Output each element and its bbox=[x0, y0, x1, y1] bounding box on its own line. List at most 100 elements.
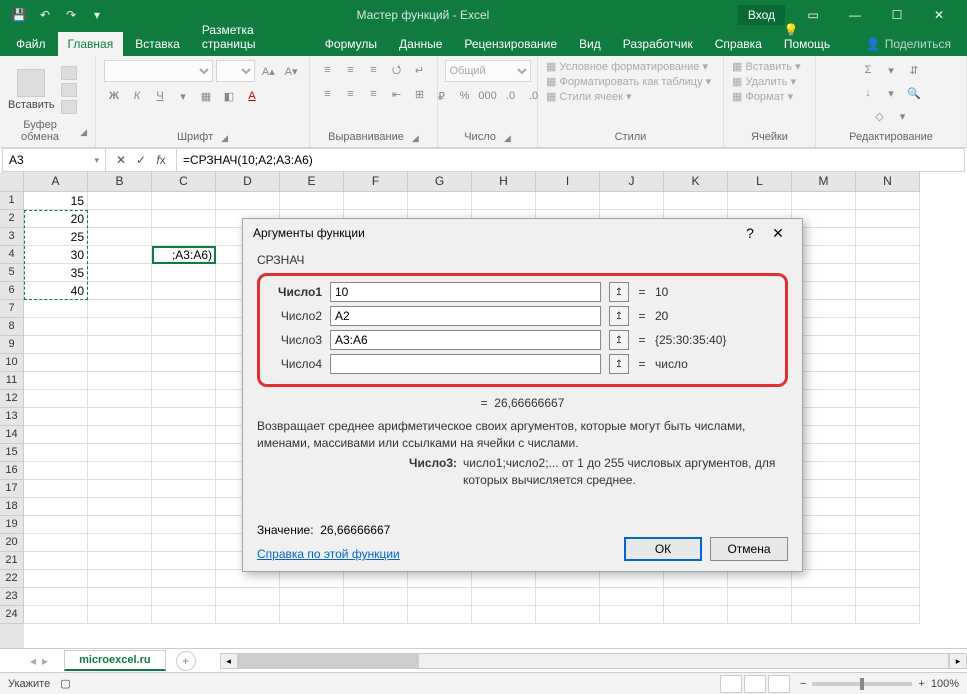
cell-C11[interactable] bbox=[152, 372, 216, 390]
cell-B10[interactable] bbox=[88, 354, 152, 372]
qat-dropdown-icon[interactable]: ▾ bbox=[86, 4, 108, 26]
arg-input-3[interactable] bbox=[330, 354, 601, 374]
col-header-C[interactable]: C bbox=[152, 172, 216, 192]
cell-F1[interactable] bbox=[344, 192, 408, 210]
cell-C3[interactable] bbox=[152, 228, 216, 246]
cell-L24[interactable] bbox=[728, 606, 792, 624]
row-header-21[interactable]: 21 bbox=[0, 552, 24, 570]
cell-C9[interactable] bbox=[152, 336, 216, 354]
dialog-close-icon[interactable]: ✕ bbox=[764, 225, 792, 242]
cell-N14[interactable] bbox=[856, 426, 920, 444]
cell-B4[interactable] bbox=[88, 246, 152, 264]
cell-B1[interactable] bbox=[88, 192, 152, 210]
cell-D22[interactable] bbox=[216, 570, 280, 588]
collapse-dialog-icon-3[interactable]: ↥ bbox=[609, 354, 629, 374]
cell-C6[interactable] bbox=[152, 282, 216, 300]
cell-B18[interactable] bbox=[88, 498, 152, 516]
font-launcher-icon[interactable]: ◢ bbox=[221, 133, 228, 144]
share-button[interactable]: 👤 Поделиться bbox=[856, 32, 961, 56]
col-header-K[interactable]: K bbox=[664, 172, 728, 192]
tab-tellme[interactable]: 💡 Помощь bbox=[774, 18, 854, 56]
cell-D1[interactable] bbox=[216, 192, 280, 210]
cell-G23[interactable] bbox=[408, 588, 472, 606]
tab-insert[interactable]: Вставка bbox=[125, 32, 190, 56]
clipboard-launcher-icon[interactable]: ◢ bbox=[80, 127, 87, 138]
cell-N11[interactable] bbox=[856, 372, 920, 390]
cell-H23[interactable] bbox=[472, 588, 536, 606]
cell-E1[interactable] bbox=[280, 192, 344, 210]
bold-button[interactable]: Ж bbox=[104, 86, 124, 106]
cell-J22[interactable] bbox=[600, 570, 664, 588]
cell-G22[interactable] bbox=[408, 570, 472, 588]
redo-icon[interactable]: ↷ bbox=[60, 4, 82, 26]
cell-C8[interactable] bbox=[152, 318, 216, 336]
conditional-formatting-button[interactable]: ▦ Условное форматирование ▾ bbox=[546, 60, 708, 73]
cell-N17[interactable] bbox=[856, 480, 920, 498]
cut-icon[interactable] bbox=[61, 66, 77, 80]
arg-input-1[interactable] bbox=[330, 306, 601, 326]
cell-J1[interactable] bbox=[600, 192, 664, 210]
fill-icon[interactable]: ↓ bbox=[858, 83, 878, 103]
cell-K22[interactable] bbox=[664, 570, 728, 588]
cell-N22[interactable] bbox=[856, 570, 920, 588]
cell-B7[interactable] bbox=[88, 300, 152, 318]
cell-L22[interactable] bbox=[728, 570, 792, 588]
cell-C17[interactable] bbox=[152, 480, 216, 498]
tab-layout[interactable]: Разметка страницы bbox=[192, 18, 313, 56]
cell-B21[interactable] bbox=[88, 552, 152, 570]
tab-view[interactable]: Вид bbox=[569, 32, 611, 56]
cell-H22[interactable] bbox=[472, 570, 536, 588]
cell-D24[interactable] bbox=[216, 606, 280, 624]
underline-button[interactable]: Ч bbox=[150, 86, 170, 106]
row-header-9[interactable]: 9 bbox=[0, 336, 24, 354]
hscroll-left-icon[interactable]: ◂ bbox=[220, 653, 238, 669]
collapse-dialog-icon-2[interactable]: ↥ bbox=[609, 330, 629, 350]
tab-help[interactable]: Справка bbox=[705, 32, 772, 56]
cell-N2[interactable] bbox=[856, 210, 920, 228]
undo-icon[interactable]: ↶ bbox=[34, 4, 56, 26]
row-header-20[interactable]: 20 bbox=[0, 534, 24, 552]
sheet-tab-active[interactable]: microexcel.ru bbox=[64, 650, 166, 671]
cell-H24[interactable] bbox=[472, 606, 536, 624]
find-icon[interactable]: 🔍 bbox=[904, 83, 924, 103]
row-header-24[interactable]: 24 bbox=[0, 606, 24, 624]
border-icon[interactable]: ▦ bbox=[196, 86, 216, 106]
cell-A23[interactable] bbox=[24, 588, 88, 606]
cell-F23[interactable] bbox=[344, 588, 408, 606]
arg-input-2[interactable] bbox=[330, 330, 601, 350]
close-icon[interactable]: ✕ bbox=[919, 1, 959, 29]
cell-N15[interactable] bbox=[856, 444, 920, 462]
copy-icon[interactable] bbox=[61, 83, 77, 97]
function-help-link[interactable]: Справка по этой функции bbox=[257, 547, 400, 561]
cell-N16[interactable] bbox=[856, 462, 920, 480]
row-header-4[interactable]: 4 bbox=[0, 246, 24, 264]
view-layout-icon[interactable] bbox=[744, 675, 766, 693]
cell-G1[interactable] bbox=[408, 192, 472, 210]
cancel-button[interactable]: Отмена bbox=[710, 537, 788, 561]
align-right-icon[interactable]: ≡ bbox=[364, 84, 384, 104]
cell-E22[interactable] bbox=[280, 570, 344, 588]
cell-B17[interactable] bbox=[88, 480, 152, 498]
cell-M1[interactable] bbox=[792, 192, 856, 210]
row-header-13[interactable]: 13 bbox=[0, 408, 24, 426]
delete-cells-button[interactable]: ▦ Удалить ▾ bbox=[732, 75, 796, 88]
add-sheet-icon[interactable]: + bbox=[176, 651, 196, 671]
sort-icon[interactable]: ⇵ bbox=[904, 60, 924, 80]
cell-N23[interactable] bbox=[856, 588, 920, 606]
cell-A18[interactable] bbox=[24, 498, 88, 516]
cell-F24[interactable] bbox=[344, 606, 408, 624]
cancel-formula-icon[interactable]: ✕ bbox=[112, 153, 130, 167]
fontsize-select[interactable] bbox=[216, 60, 256, 82]
italic-button[interactable]: К bbox=[127, 86, 147, 106]
col-header-L[interactable]: L bbox=[728, 172, 792, 192]
cell-A22[interactable] bbox=[24, 570, 88, 588]
row-header-23[interactable]: 23 bbox=[0, 588, 24, 606]
zoom-value[interactable]: 100% bbox=[931, 678, 959, 690]
percent-icon[interactable]: % bbox=[455, 86, 475, 106]
cell-L1[interactable] bbox=[728, 192, 792, 210]
cell-N10[interactable] bbox=[856, 354, 920, 372]
cell-B15[interactable] bbox=[88, 444, 152, 462]
cell-A1[interactable]: 15 bbox=[24, 192, 88, 210]
row-header-8[interactable]: 8 bbox=[0, 318, 24, 336]
cell-B5[interactable] bbox=[88, 264, 152, 282]
